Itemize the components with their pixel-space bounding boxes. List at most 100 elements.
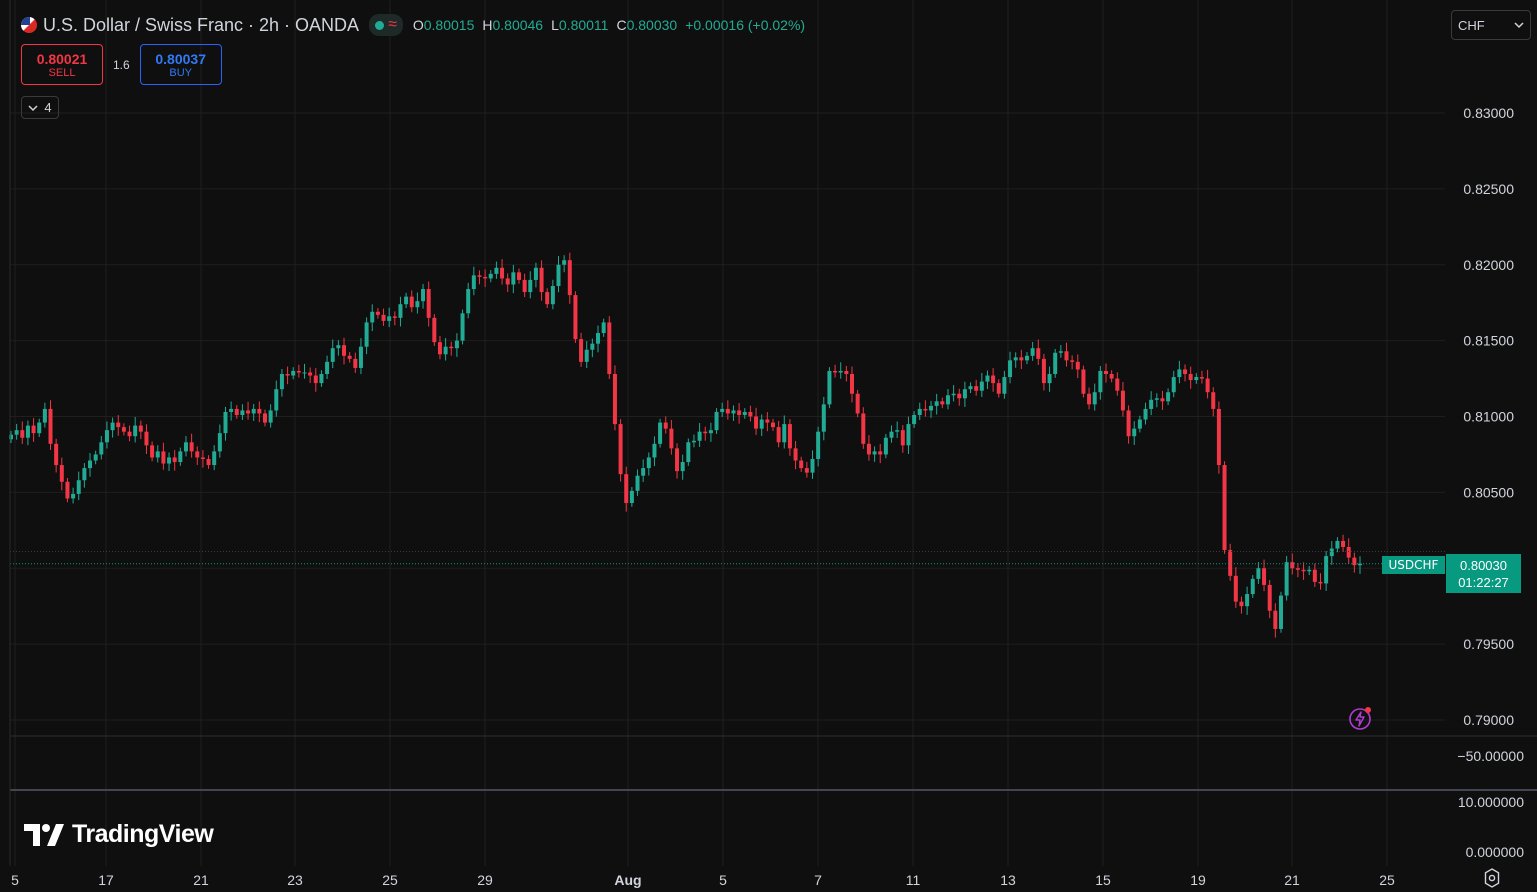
candle-body <box>996 383 1001 394</box>
candle-body <box>1290 562 1295 569</box>
candle-body <box>748 411 753 417</box>
settings-icon[interactable] <box>1482 868 1502 888</box>
currency-select[interactable]: CHF <box>1451 10 1531 40</box>
candle-body <box>1070 360 1075 362</box>
candle-body <box>612 374 617 425</box>
candle-body <box>658 422 663 444</box>
buy-price: 0.80037 <box>155 50 206 67</box>
candle-body <box>889 431 894 438</box>
trade-panel: 0.80021 SELL 1.6 0.80037 BUY <box>21 44 222 85</box>
candle-body <box>929 405 934 411</box>
candle-body <box>1013 357 1018 361</box>
candle-body <box>31 425 36 434</box>
low-value: 0.80011 <box>558 17 609 33</box>
candle-body <box>618 424 623 475</box>
candle-body <box>1183 369 1188 375</box>
candle-body <box>1047 374 1052 384</box>
candle-body <box>437 342 442 355</box>
candle-body <box>596 333 601 344</box>
candle-body <box>1335 540 1340 549</box>
price-tick-label: 0.82000 <box>1463 257 1514 273</box>
candle-body <box>1267 584 1272 611</box>
lightning-icon[interactable] <box>1348 706 1372 730</box>
candle-body <box>127 431 132 437</box>
candle-body <box>550 285 555 305</box>
candle-body <box>917 408 922 415</box>
candle-body <box>178 451 183 463</box>
candle-body <box>985 375 990 382</box>
candle-body <box>1036 348 1041 359</box>
candle-body <box>906 424 911 446</box>
buy-button[interactable]: 0.80037 BUY <box>139 44 222 85</box>
candle-body <box>1188 374 1193 381</box>
candle-body <box>370 311 375 323</box>
time-tick-label: 19 <box>1190 872 1206 888</box>
chevron-down-icon <box>28 104 38 111</box>
candle-body <box>663 422 668 429</box>
price-tick-label: 0.80500 <box>1463 484 1514 500</box>
time-tick-label: 11 <box>906 872 921 888</box>
candle-body <box>765 419 770 423</box>
chart-background <box>0 0 1537 892</box>
candle-body <box>590 343 595 350</box>
candle-body <box>443 346 448 355</box>
change-value: +0.00016 (+0.02%) <box>685 17 806 33</box>
candle-body <box>923 408 928 411</box>
candle-body <box>375 311 380 315</box>
tradingview-logo[interactable]: TradingView <box>24 820 214 849</box>
candle-body <box>200 457 205 459</box>
candle-body <box>793 448 798 461</box>
brand-name: TradingView <box>72 820 214 848</box>
candle-body <box>14 430 19 435</box>
candle-body <box>1171 377 1176 393</box>
candle-body <box>573 295 578 340</box>
candle-body <box>358 346 363 368</box>
candle-body <box>754 416 759 429</box>
candle-body <box>1149 399 1154 409</box>
wave-icon: ≈ <box>388 16 397 33</box>
candle-body <box>601 322 606 334</box>
sell-button[interactable]: 0.80021 SELL <box>21 44 103 85</box>
candle-body <box>1222 465 1227 551</box>
indicators-collapse-button[interactable]: 4 <box>21 96 59 119</box>
candle-body <box>285 374 290 376</box>
candle-body <box>308 372 313 376</box>
candle-body <box>144 431 149 446</box>
time-tick-label: 23 <box>287 872 303 888</box>
price-chart[interactable]: 0.83000 0.82500 0.82000 0.81500 0.81000 0.805… <box>0 0 1537 892</box>
candle-body <box>1053 352 1058 375</box>
candle-body <box>1233 575 1238 602</box>
symbol-title[interactable]: U.S. Dollar / Swiss Franc · 2h · OANDA <box>43 15 359 36</box>
indicator-tick-label: 0.000000 <box>1466 844 1525 860</box>
candle-body <box>342 345 347 356</box>
candle-body <box>409 296 414 308</box>
candle-body <box>1284 562 1289 596</box>
candle-body <box>974 386 979 391</box>
candle-body <box>1166 392 1171 402</box>
candle-body <box>1030 348 1035 356</box>
candle-body <box>325 361 330 375</box>
candle-body <box>1329 548 1334 557</box>
candle-body <box>866 443 871 455</box>
candle-body <box>110 422 115 431</box>
candle-body <box>93 454 98 461</box>
candle-body <box>900 430 905 446</box>
candle-body <box>336 345 341 349</box>
candle-body <box>1008 360 1013 378</box>
candle-body <box>1098 370 1103 393</box>
candle-body <box>895 430 900 432</box>
candle-body <box>787 424 792 449</box>
candle-body <box>500 267 505 279</box>
candle-body <box>511 272 516 285</box>
candle-body <box>88 460 93 469</box>
candle-body <box>844 370 849 375</box>
candle-body <box>770 422 775 428</box>
candle-body <box>629 490 634 503</box>
chart-grid <box>0 0 1537 892</box>
candle-body <box>1058 351 1063 353</box>
market-status[interactable]: ≈ <box>369 14 403 36</box>
candle-body <box>262 413 267 423</box>
candle-body <box>206 458 211 466</box>
candle-body <box>381 314 386 321</box>
time-tick-label: Aug <box>614 872 641 888</box>
